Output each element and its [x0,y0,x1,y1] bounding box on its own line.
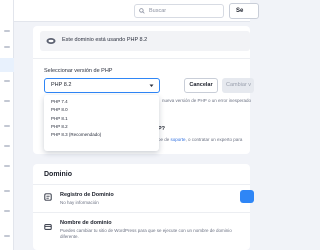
dropdown-option[interactable]: PHP 8.1 [44,115,159,123]
sidebar-item[interactable] [4,100,10,102]
sidebar-item[interactable] [4,145,10,147]
domain-name-icon [44,224,52,230]
divider [33,58,250,59]
question-heading: P? [158,126,166,132]
sidebar-item-active[interactable] [0,58,14,72]
dropdown-option[interactable]: PHP 7.4 [44,98,159,106]
domain-action-button[interactable] [240,190,254,203]
divider [33,212,250,213]
domain-name-subtitle: Puedes cambiar tu sitio de WordPress par… [60,228,232,233]
select-label: Seleccionar versión de PHP [44,68,113,74]
domain-registration-title: Registro de Dominio [60,192,114,198]
change-version-button[interactable]: Cambiar v [222,78,254,93]
php-version-dropdown: PHP 7.4 PHP 8.0 PHP 8.1 PHP 8.2 PHP 8.3 … [44,95,159,151]
sidebar-item[interactable] [4,210,10,212]
warning-note: nueva versión de PHP o un error inespera… [162,98,251,103]
help-suffix: , o contratar un experto para [185,137,243,142]
dropdown-option[interactable]: PHP 8.3 (Recomendado) [44,131,159,139]
top-action-button[interactable]: Se [229,3,259,19]
divider [33,184,250,185]
php-info-box: Este dominio está usando PHP 8.2 [40,31,250,51]
help-text: pe de soporte, o contratar un experto pa… [158,137,242,142]
cancel-button[interactable]: Cancelar [184,78,218,93]
domain-section-title: Dominio [44,171,72,178]
php-version-select[interactable]: PHP 8.2 [44,78,160,93]
search-input[interactable]: Buscar [134,4,224,18]
chevron-down-icon [149,84,154,87]
sidebar [0,0,14,250]
php-icon [46,38,56,44]
search-icon [139,8,145,14]
sidebar-item[interactable] [4,190,10,192]
help-prefix: pe de [158,137,171,142]
domain-name-subtitle-2: diferente. [60,234,79,239]
sidebar-item[interactable] [4,165,10,167]
dropdown-option[interactable]: PHP 8.2 [44,123,159,131]
sidebar-item[interactable] [4,30,10,32]
domain-registration-icon [44,193,52,201]
search-placeholder: Buscar [149,8,167,14]
domain-name-title: Nombre de dominio [60,220,112,226]
support-link[interactable]: soporte [171,137,186,142]
sidebar-item[interactable] [4,125,10,127]
select-value: PHP 8.2 [51,82,72,88]
sidebar-item[interactable] [4,46,10,48]
sidebar-item[interactable] [4,80,10,82]
top-bar: Buscar Se [14,0,259,22]
domain-registration-subtitle: No hay información [60,200,99,205]
php-info-text: Este dominio está usando PHP 8.2 [62,37,148,43]
sidebar-item[interactable] [4,235,10,237]
dropdown-option[interactable]: PHP 8.0 [44,106,159,114]
